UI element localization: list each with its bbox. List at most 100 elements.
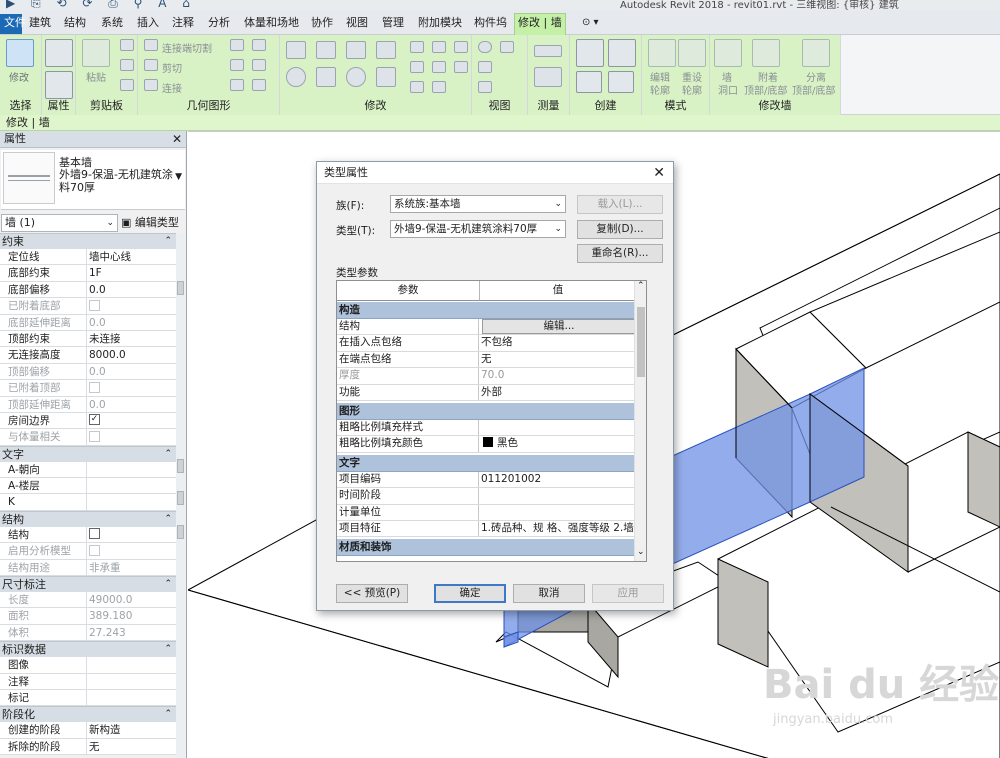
- join-label[interactable]: 连接: [162, 80, 182, 95]
- pick-icon[interactable]: [252, 79, 266, 91]
- collapse-icon[interactable]: ⌃: [164, 577, 172, 592]
- property-row[interactable]: 顶部约束 未连接: [0, 330, 176, 348]
- edit-structure-button[interactable]: 编辑...: [482, 319, 636, 334]
- table-row[interactable]: 厚度 70.0: [337, 368, 638, 385]
- collapse-icon[interactable]: ⌃: [164, 707, 172, 722]
- cope-icon[interactable]: [230, 79, 244, 91]
- ok-button[interactable]: 确定: [434, 584, 506, 603]
- tab-architecture[interactable]: 建筑: [27, 14, 53, 34]
- property-row[interactable]: 定位线 墙中心线: [0, 249, 176, 266]
- copy-clipboard-icon[interactable]: [120, 59, 134, 71]
- parameter-value[interactable]: 外部: [481, 385, 637, 400]
- cut-clipboard-icon[interactable]: [120, 39, 134, 51]
- collapse-icon[interactable]: ⌃: [164, 234, 172, 249]
- table-section-header[interactable]: 构造⌃: [337, 302, 646, 319]
- cut-geometry-icon[interactable]: [144, 59, 158, 71]
- parameter-value[interactable]: 不包络: [481, 335, 637, 350]
- property-row[interactable]: 结构: [0, 526, 176, 544]
- create-assembly-icon[interactable]: [576, 39, 604, 67]
- match-type-icon[interactable]: [120, 79, 134, 91]
- parameter-value[interactable]: 黑色: [481, 436, 637, 451]
- tab-modify-wall[interactable]: 修改 | 墙: [514, 13, 566, 35]
- property-row[interactable]: 注释: [0, 673, 176, 690]
- property-value[interactable]: [89, 527, 100, 543]
- property-value[interactable]: 未连接: [89, 331, 121, 347]
- property-row[interactable]: 无连接高度 8000.0: [0, 347, 176, 364]
- edit-type-button[interactable]: ▣ 编辑类型: [121, 214, 179, 230]
- align-icon[interactable]: [286, 41, 306, 59]
- property-section-header[interactable]: 阶段化 ⌃: [0, 706, 176, 723]
- offset-icon[interactable]: [316, 41, 336, 59]
- create-parts-icon[interactable]: [608, 39, 636, 67]
- close-icon[interactable]: ✕: [172, 131, 182, 147]
- property-value[interactable]: 无: [89, 739, 100, 755]
- tab-annotate[interactable]: 注释: [170, 14, 196, 34]
- table-row[interactable]: 计量单位: [337, 504, 638, 521]
- tab-collaborate[interactable]: 协作: [309, 14, 335, 34]
- array-icon[interactable]: [432, 41, 446, 53]
- type-selector[interactable]: 基本墙 外墙9-保温-无机建筑涂料70厚 ▼: [1, 150, 185, 210]
- property-section-header[interactable]: 约束 ⌃: [0, 233, 176, 249]
- type-dropdown[interactable]: 外墙9-保温-无机建筑涂料70厚 ⌄: [390, 220, 566, 238]
- tab-structure[interactable]: 结构: [62, 14, 88, 34]
- table-row[interactable]: 在插入点包络 不包络: [337, 335, 638, 352]
- property-value[interactable]: 1F: [89, 265, 102, 281]
- tab-systems[interactable]: 系统: [99, 14, 125, 34]
- property-row[interactable]: K: [0, 494, 176, 511]
- hide-in-view-icon[interactable]: [478, 41, 492, 53]
- create-similar-icon[interactable]: [608, 71, 634, 93]
- attach-top-base-icon[interactable]: [752, 39, 780, 67]
- paint-icon[interactable]: [252, 39, 266, 51]
- pin-icon[interactable]: [410, 61, 424, 73]
- checkbox[interactable]: [89, 528, 100, 540]
- tab-addins[interactable]: 附加模块: [416, 14, 464, 34]
- tab-view[interactable]: 视图: [344, 14, 370, 34]
- trim-multiple-icon[interactable]: [432, 81, 446, 93]
- collapse-icon[interactable]: ⌃: [164, 447, 172, 462]
- property-row[interactable]: 创建的阶段 新构造: [0, 722, 176, 739]
- property-row[interactable]: A-楼层: [0, 478, 176, 495]
- group-label-select[interactable]: 选择: [0, 97, 41, 113]
- properties-scrollbar[interactable]: [176, 233, 185, 758]
- cancel-button[interactable]: 取消: [513, 584, 585, 603]
- property-row[interactable]: 拆除的阶段无: [0, 738, 176, 756]
- mirror-draw-icon[interactable]: [376, 41, 396, 59]
- tab-file[interactable]: 文件: [0, 14, 26, 34]
- wall-joins-icon[interactable]: [230, 59, 244, 71]
- split-face-icon[interactable]: [230, 39, 244, 51]
- table-row[interactable]: 项目编码 011201002: [337, 471, 638, 489]
- parameter-value[interactable]: [481, 488, 637, 503]
- property-row[interactable]: 标记: [0, 689, 176, 707]
- property-row[interactable]: 底部约束 1F: [0, 265, 176, 282]
- property-value[interactable]: 0.0: [89, 282, 106, 298]
- override-graphics-icon[interactable]: [500, 41, 514, 53]
- line-work-icon[interactable]: [478, 61, 492, 73]
- join-cut-label[interactable]: 连接端切割: [162, 40, 212, 55]
- trim-icon[interactable]: [376, 67, 396, 87]
- property-row[interactable]: A-朝向: [0, 461, 176, 479]
- property-section-header[interactable]: 尺寸标注 ⌃: [0, 576, 176, 593]
- delete-icon[interactable]: [454, 61, 468, 73]
- checkbox[interactable]: ✓: [89, 414, 100, 426]
- move-icon[interactable]: [286, 67, 306, 87]
- parameter-value[interactable]: [481, 420, 637, 435]
- measure-icon[interactable]: [534, 45, 562, 57]
- property-section-header[interactable]: 文字 ⌃: [0, 445, 176, 462]
- table-row[interactable]: 时间阶段: [337, 488, 638, 505]
- cut-label[interactable]: 剪切: [162, 60, 182, 75]
- property-value[interactable]: 8000.0: [89, 347, 126, 363]
- parameter-value[interactable]: 无: [481, 352, 637, 367]
- quick-access-toolbar[interactable]: ▶ ⎘ ⟲ ⟳ ⎙ ⚲ A ⌂: [6, 0, 196, 10]
- chevron-down-icon[interactable]: ▼: [175, 172, 182, 182]
- table-row[interactable]: 项目特征 1.砖品种、规 格、强度等级 2.墙体: [337, 521, 638, 538]
- preview-button[interactable]: << 预览(P): [336, 584, 408, 603]
- reset-profile-icon[interactable]: [678, 39, 706, 67]
- parameter-value[interactable]: 011201002: [481, 472, 637, 487]
- join-cut-icon[interactable]: [144, 39, 158, 51]
- table-scrollbar[interactable]: ⌃ ⌄: [634, 281, 646, 561]
- table-row[interactable]: 结构 编辑...: [337, 319, 638, 336]
- collapse-icon[interactable]: ⌃: [164, 512, 172, 527]
- property-section-header[interactable]: 标识数据 ⌃: [0, 641, 176, 658]
- tab-analyze[interactable]: 分析: [206, 14, 232, 34]
- tab-massing-site[interactable]: 体量和场地: [242, 14, 301, 34]
